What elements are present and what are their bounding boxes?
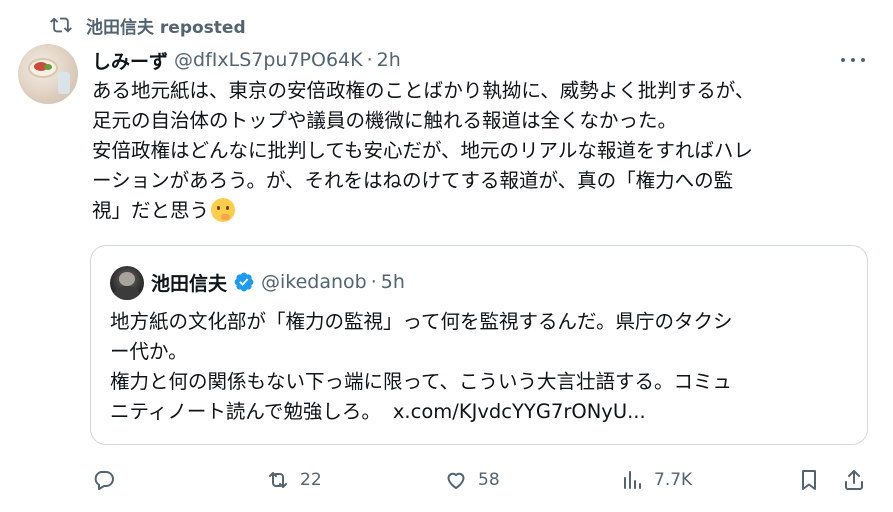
- post-line: ーションがあろう。が、それをはねのけてする報道が、真の「権力への監: [92, 169, 734, 192]
- quoted-author-name[interactable]: 池田信夫: [151, 269, 227, 296]
- post-line: 足元の自治体のトップや議員の機微に触れる報道は全くなかった。: [92, 109, 678, 132]
- heart-icon: [447, 472, 465, 489]
- separator-dot: ·: [370, 271, 377, 293]
- quoted-post-line: 権力と何の関係もない下っ端に限って、こういう大言壮語する。コミュ: [110, 370, 733, 393]
- repost-banner-text: 池田信夫 reposted: [86, 17, 246, 38]
- quoted-post-link[interactable]: x.com/KJvdcYYG7rONyU...: [393, 400, 646, 423]
- quoted-post[interactable]: 池田信夫 @ikedanob · 5h 地方紙の文化部が「権力の監視」って何を監…: [90, 245, 868, 445]
- quoted-post-line: ニティノート読んで勉強しろ。: [110, 400, 381, 423]
- post-line-last: 視」だと思う: [92, 196, 862, 226]
- like-button[interactable]: 58: [444, 466, 500, 494]
- views-count: 7.7K: [654, 470, 693, 490]
- repost-button[interactable]: 22: [266, 466, 322, 494]
- quoted-post-line: 地方紙の文化部が「権力の監視」って何を監視するんだ。県庁のタクシ: [110, 310, 733, 333]
- post-header: しみーず @dfIxLS7pu7PO64K · 2h: [92, 46, 401, 74]
- quoted-post-timestamp[interactable]: 5h: [381, 271, 405, 293]
- analytics-icon: [624, 471, 641, 489]
- author-handle[interactable]: @dfIxLS7pu7PO64K: [174, 49, 363, 71]
- quoted-post-line-last: ニティノート読んで勉強しろ。 x.com/KJvdcYYG7rONyU...: [110, 397, 850, 427]
- separator-dot: ·: [366, 49, 373, 71]
- author-avatar[interactable]: [18, 44, 78, 104]
- share-button[interactable]: [842, 466, 866, 494]
- post-text: ある地元紙は、東京の安倍政権のことばかり執拗に、威勢よく批判するが、 足元の自治…: [92, 76, 862, 226]
- post-timestamp[interactable]: 2h: [377, 49, 401, 71]
- share-icon: [845, 470, 863, 490]
- quoted-post-header: 池田信夫 @ikedanob · 5h: [151, 268, 405, 296]
- quoted-post-line: ー代か。: [110, 340, 188, 363]
- bookmark-button[interactable]: [797, 466, 821, 494]
- quoted-author-handle[interactable]: @ikedanob: [261, 271, 367, 293]
- repost-count: 22: [300, 470, 322, 490]
- author-name[interactable]: しみーず: [92, 47, 168, 74]
- quoted-post-text: 地方紙の文化部が「権力の監視」って何を監視するんだ。県庁のタクシ ー代か。 権力…: [110, 307, 850, 427]
- bookmark-icon: [802, 470, 816, 490]
- quoted-author-avatar[interactable]: [110, 266, 144, 300]
- post-line: ある地元紙は、東京の安倍政権のことばかり執拗に、威勢よく批判するが、: [92, 79, 755, 102]
- reply-button[interactable]: [92, 466, 126, 494]
- more-options-icon[interactable]: [841, 50, 865, 70]
- repost-icon: [50, 14, 72, 36]
- post-line: 安倍政権はどんなに批判しても安心だが、地元のリアルな報道をすればハレ: [92, 139, 753, 162]
- like-count: 58: [478, 470, 500, 490]
- repost-icon: [269, 472, 287, 488]
- views-button[interactable]: 7.7K: [620, 466, 692, 494]
- thinking-face-emoji: [211, 198, 236, 222]
- post-line: 視」だと思う: [92, 199, 210, 222]
- repost-banner[interactable]: 池田信夫 reposted: [50, 12, 246, 38]
- verified-badge-icon: [233, 271, 255, 293]
- reply-icon: [94, 471, 114, 490]
- action-bar: 22 58 7.7K: [0, 460, 893, 500]
